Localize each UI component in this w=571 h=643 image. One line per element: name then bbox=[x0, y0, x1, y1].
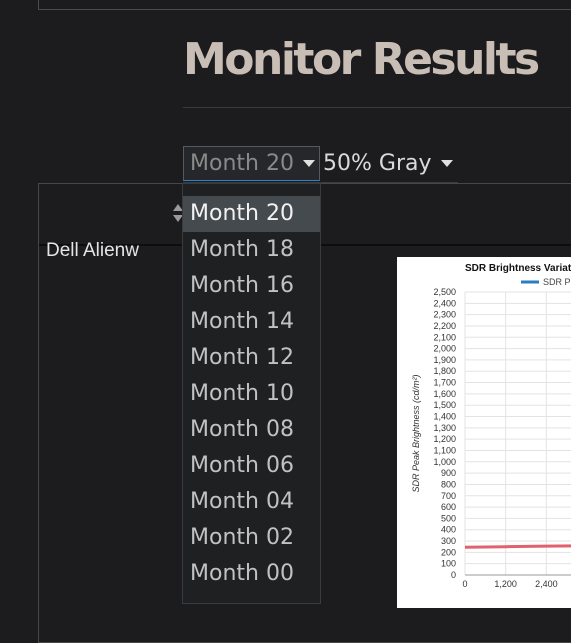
x-tick-label: 0 bbox=[462, 579, 467, 589]
month-option[interactable]: Month 04 bbox=[183, 484, 320, 520]
y-tick-label: 1,800 bbox=[433, 366, 456, 376]
month-option[interactable]: Month 12 bbox=[183, 340, 320, 376]
y-tick-label: 1,200 bbox=[433, 434, 456, 444]
title-divider bbox=[183, 107, 571, 108]
y-tick-label: 500 bbox=[441, 513, 456, 523]
y-tick-label: 1,000 bbox=[433, 457, 456, 467]
month-select[interactable]: Month 20 bbox=[183, 146, 320, 181]
month-option[interactable]: Month 06 bbox=[183, 448, 320, 484]
month-select-value: Month 20 bbox=[190, 151, 294, 176]
y-tick-label: 1,600 bbox=[433, 389, 456, 399]
brightness-chart: SDR Brightness Variatio SDR P 0 100 200 300 40… bbox=[397, 257, 571, 608]
chevron-down-icon bbox=[302, 160, 315, 167]
y-tick-label: 2,400 bbox=[433, 298, 456, 308]
y-tick-label: 400 bbox=[441, 525, 456, 535]
legend-label: SDR P bbox=[543, 277, 571, 287]
month-option[interactable]: Month 16 bbox=[183, 268, 320, 304]
y-tick-label: 2,000 bbox=[433, 344, 456, 354]
y-tick-label: 2,500 bbox=[433, 287, 456, 297]
y-tick-label: 1,700 bbox=[433, 378, 456, 388]
y-tick-label: 1,300 bbox=[433, 423, 456, 433]
y-tick-label: 700 bbox=[441, 491, 456, 501]
month-option[interactable]: Month 08 bbox=[183, 412, 320, 448]
month-option[interactable]: Month 10 bbox=[183, 376, 320, 412]
month-option[interactable]: Month 00 bbox=[183, 556, 320, 592]
x-tick-label: 1,200 bbox=[494, 579, 517, 589]
monitor-name-left: Dell Alienw bbox=[46, 240, 139, 261]
y-tick-label: 300 bbox=[441, 536, 456, 546]
page-title: Monitor Results bbox=[183, 34, 540, 85]
pattern-select-value: 50% Gray bbox=[323, 151, 432, 176]
y-tick-label: 0 bbox=[451, 570, 456, 580]
chevron-down-icon bbox=[440, 160, 453, 167]
x-tick-label: 2,400 bbox=[535, 579, 558, 589]
pattern-select[interactable]: 50% Gray bbox=[323, 146, 453, 181]
chart-title: SDR Brightness Variatio bbox=[465, 263, 571, 274]
y-tick-label: 900 bbox=[441, 468, 456, 478]
month-option[interactable]: Month 14 bbox=[183, 304, 320, 340]
y-tick-label: 100 bbox=[441, 559, 456, 569]
y-tick-label: 2,300 bbox=[433, 310, 456, 320]
y-tick-label: 1,900 bbox=[433, 355, 456, 365]
y-axis-label: SDR Peak Brightness (cd/m²) bbox=[411, 374, 421, 492]
month-dropdown-menu: Month 20 Month 18 Month 16 Month 14 Month 12… bbox=[182, 183, 321, 604]
y-tick-label: 200 bbox=[441, 547, 456, 557]
y-tick-label: 2,100 bbox=[433, 332, 456, 342]
top-container bbox=[38, 0, 571, 10]
y-tick-label: 1,400 bbox=[433, 412, 456, 422]
filter-bar: Month 20 50% Gray bbox=[183, 146, 458, 183]
month-option[interactable]: Month 18 bbox=[183, 232, 320, 268]
y-tick-label: 800 bbox=[441, 479, 456, 489]
y-tick-label: 2,200 bbox=[433, 321, 456, 331]
chart-svg: SDR Brightness VariatioSDR P010020030040… bbox=[411, 263, 571, 589]
month-option[interactable]: Month 02 bbox=[183, 520, 320, 556]
y-tick-label: 1,100 bbox=[433, 445, 456, 455]
y-tick-label: 600 bbox=[441, 502, 456, 512]
series-line bbox=[464, 544, 571, 549]
month-option[interactable]: Month 20 bbox=[183, 196, 320, 232]
y-tick-label: 1,500 bbox=[433, 400, 456, 410]
